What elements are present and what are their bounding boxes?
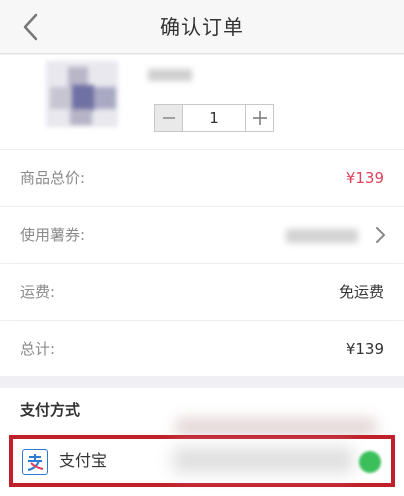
page-title: 确认订单 [160,15,244,39]
decrease-button[interactable] [155,105,183,131]
alipay-icon [22,449,48,475]
shipping-row: 运费: 免运费 [0,264,404,320]
product-card: 1 [0,55,404,149]
total-label: 总计: [20,340,56,358]
section-gap [0,376,404,388]
payment-option-alipay[interactable]: 支付宝 [9,435,395,487]
payment-option-label: 支付宝 [59,451,108,470]
coupon-label: 使用薯券: [20,226,86,244]
chevron-right-icon [376,227,385,243]
plus-icon [252,111,267,125]
minus-icon [162,117,175,119]
shipping-value: 免运费 [338,283,384,301]
subtotal-row: 商品总价: ¥139 [0,150,404,206]
redacted-area [176,418,376,436]
product-thumbnail[interactable] [46,61,118,127]
quantity-value[interactable]: 1 [183,105,245,131]
subtotal-value: ¥139 [345,169,384,187]
total-value: ¥139 [345,340,384,358]
shipping-label: 运费: [20,283,56,301]
subtotal-label: 商品总价: [20,169,86,187]
payment-option-redacted [173,447,353,473]
total-row: 总计: ¥139 [0,321,404,377]
payment-section-title: 支付方式 [20,401,81,419]
nav-bar: 确认订单 [0,0,404,54]
increase-button[interactable] [245,105,273,131]
coupon-row[interactable]: 使用薯券: [0,207,404,263]
coupon-value-redacted [286,229,358,243]
product-name-redacted [148,69,192,81]
quantity-stepper: 1 [154,104,274,132]
selected-check-icon[interactable] [359,451,381,473]
